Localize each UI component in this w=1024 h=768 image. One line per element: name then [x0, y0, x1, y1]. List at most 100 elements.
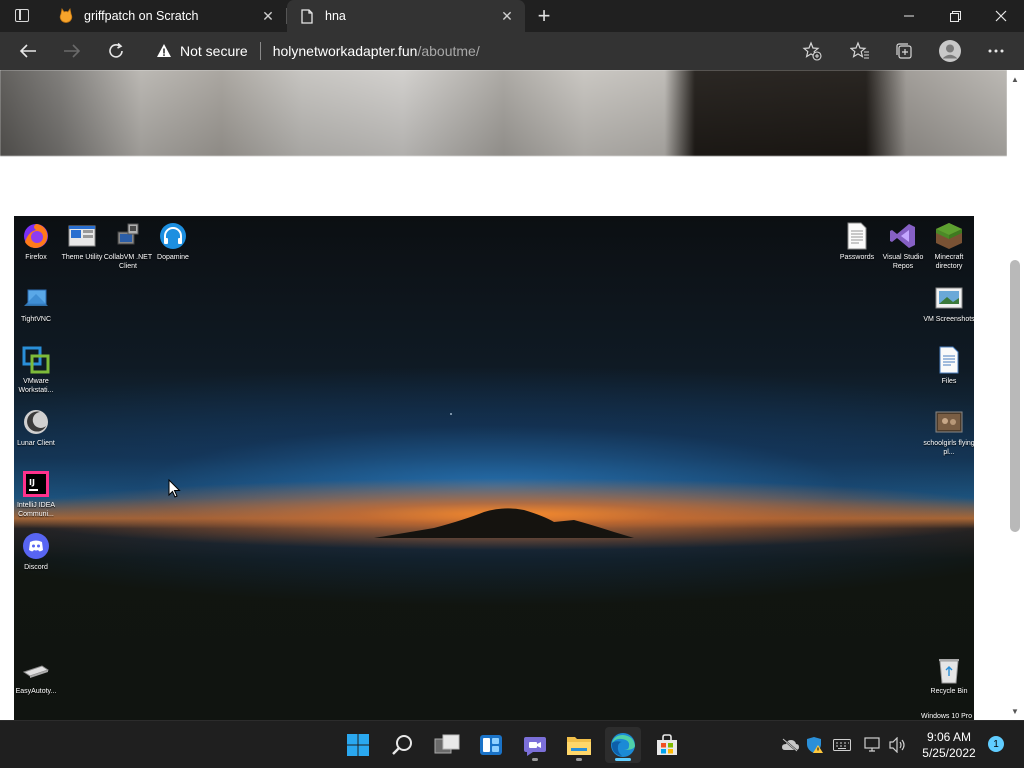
- file-explorer-button[interactable]: [561, 727, 597, 763]
- files-icon: [934, 345, 964, 375]
- desktop-icon-easyautotyper[interactable]: EasyAutoty...: [14, 655, 60, 696]
- icon-label: Passwords: [839, 254, 875, 261]
- mouse-cursor-icon: [168, 479, 181, 498]
- icon-label: EasyAutoty...: [15, 688, 57, 695]
- search-button[interactable]: [385, 727, 421, 763]
- volume-icon[interactable]: [888, 735, 908, 755]
- icon-label: Theme Utility: [61, 254, 103, 261]
- icon-label: Firefox: [25, 254, 47, 261]
- clock-time: 9:06 AM: [926, 730, 972, 744]
- forward-button[interactable]: [58, 37, 86, 65]
- refresh-button[interactable]: [102, 37, 130, 65]
- onedrive-offline-icon[interactable]: [780, 735, 800, 755]
- collabvm-icon: [113, 221, 143, 251]
- svg-text:IJ: IJ: [29, 478, 35, 487]
- edge-icon: [611, 733, 635, 757]
- arrow-left-icon: [19, 44, 36, 58]
- scroll-down-icon[interactable]: ▼: [1010, 706, 1020, 716]
- keyboard-icon[interactable]: [832, 735, 852, 755]
- arrow-right-icon: [64, 44, 81, 58]
- settings-more-button[interactable]: [982, 37, 1010, 65]
- favorites-button[interactable]: [846, 37, 874, 65]
- url-host: holynetworkadapter.fun: [272, 43, 418, 59]
- notification-badge[interactable]: 1: [988, 736, 1004, 752]
- new-tab-button[interactable]: +: [532, 3, 556, 28]
- desktop-icon-recycle-bin[interactable]: Recycle Bin: [925, 655, 973, 696]
- desktop-icon-discord[interactable]: Discord: [14, 531, 60, 572]
- minimize-icon: [904, 15, 914, 17]
- widgets-icon: [480, 735, 502, 755]
- tab-actions-icon: [15, 9, 29, 22]
- dopamine-icon: [158, 221, 188, 251]
- desktop-icon-files[interactable]: Files: [925, 345, 973, 386]
- profile-button[interactable]: [936, 37, 964, 65]
- widgets-button[interactable]: [473, 727, 509, 763]
- store-button[interactable]: [649, 727, 685, 763]
- desktop-icon-theme-utility[interactable]: Theme Utility: [58, 221, 106, 262]
- windows-watermark: Windows 10 Pro: [921, 713, 972, 720]
- edge-button[interactable]: [605, 727, 641, 763]
- address-bar[interactable]: Not secure holynetworkadapter.fun/aboutm…: [144, 35, 834, 67]
- chat-button[interactable]: [517, 727, 553, 763]
- file-explorer-icon: [567, 737, 591, 755]
- restore-button[interactable]: [932, 0, 978, 32]
- desktop-icon-collabvm[interactable]: CollabVM .NET Client: [104, 221, 152, 271]
- desktop-icon-passwords[interactable]: Passwords: [833, 221, 881, 262]
- icon-label: Recycle Bin: [930, 688, 968, 695]
- tab-hna[interactable]: hna ✕: [287, 0, 525, 32]
- collections-button[interactable]: [890, 37, 918, 65]
- visual-studio-icon: [888, 221, 918, 251]
- scroll-up-icon[interactable]: ▲: [1010, 74, 1020, 84]
- more-icon: [988, 49, 1004, 53]
- desktop-icon-schoolgirls-flying[interactable]: schoolgirls flying pl...: [923, 407, 974, 457]
- desktop-icon-firefox[interactable]: Firefox: [14, 221, 60, 262]
- window-close-button[interactable]: [978, 0, 1024, 32]
- tab-strip: griffpatch on Scratch ✕ hna ✕ +: [0, 0, 1024, 32]
- desktop-icon-dopamine[interactable]: Dopamine: [149, 221, 197, 262]
- back-button[interactable]: [14, 37, 42, 65]
- intellij-icon: IJ: [21, 469, 51, 499]
- icon-label: Visual Studio Repos: [882, 254, 924, 270]
- desktop-icon-lunar-client[interactable]: Lunar Client: [14, 407, 60, 448]
- network-icon[interactable]: [863, 735, 883, 755]
- desktop-screenshot: Firefox Theme Utility CollabVM .NET Clie…: [14, 216, 974, 720]
- search-icon: [392, 735, 412, 755]
- desktop-icon-vmware[interactable]: VMware Workstati...: [14, 345, 60, 395]
- firefox-icon: [21, 221, 51, 251]
- scroll-thumb[interactable]: [1010, 260, 1020, 532]
- desktop-icon-vm-screenshots[interactable]: VM Screenshots: [923, 283, 974, 324]
- tab-actions-button[interactable]: [12, 7, 32, 25]
- icon-label: VMware Workstati...: [18, 378, 54, 394]
- star-add-icon: [802, 41, 822, 61]
- clock[interactable]: 9:06 AM 5/25/2022: [912, 729, 986, 761]
- page-content: Firefox Theme Utility CollabVM .NET Clie…: [0, 70, 1007, 720]
- running-indicator: [532, 758, 538, 761]
- favorites-icon: [850, 41, 869, 59]
- keyboard-icon: [21, 655, 51, 685]
- start-button[interactable]: [340, 727, 376, 763]
- security-warning-icon[interactable]: [805, 735, 825, 755]
- teams-chat-icon: [524, 737, 546, 756]
- minimize-button[interactable]: [886, 0, 932, 32]
- warning-icon[interactable]: [156, 43, 172, 59]
- close-icon[interactable]: ✕: [495, 4, 519, 28]
- add-favorite-button[interactable]: [798, 37, 826, 65]
- icon-label: Lunar Client: [17, 440, 55, 447]
- lunar-client-icon: [21, 407, 51, 437]
- close-icon[interactable]: ✕: [256, 4, 280, 28]
- tab-griffpatch[interactable]: griffpatch on Scratch ✕: [46, 0, 286, 32]
- desktop-icon-intellij[interactable]: IJ IntelliJ IDEA Communi...: [14, 469, 60, 519]
- task-view-icon: [434, 734, 460, 754]
- icon-label: schoolgirls flying pl...: [923, 440, 974, 456]
- page-scrollbar[interactable]: ▲ ▼: [1007, 70, 1024, 720]
- desktop-icon-tightvnc[interactable]: TightVNC: [14, 283, 60, 324]
- desktop-icon-minecraft[interactable]: Minecraft directory: [925, 221, 973, 271]
- security-label[interactable]: Not secure: [180, 43, 248, 59]
- task-view-button[interactable]: [429, 727, 465, 763]
- discord-icon: [21, 531, 51, 561]
- image-file-icon: [934, 283, 964, 313]
- icon-label: Discord: [24, 564, 48, 571]
- desktop-icon-visual-studio-repos[interactable]: Visual Studio Repos: [879, 221, 927, 271]
- tightvnc-icon: [21, 283, 51, 313]
- address-divider: [259, 42, 261, 60]
